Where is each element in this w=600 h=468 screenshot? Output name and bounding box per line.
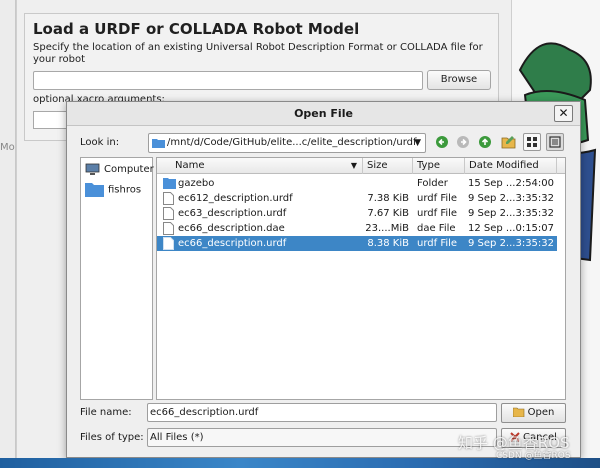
background-left-strip: Mo <box>0 0 16 468</box>
computer-icon <box>85 163 100 175</box>
places-sidebar: Computer fishros <box>80 157 154 400</box>
files-of-type-label: Files of type: <box>80 432 144 443</box>
close-button[interactable]: ✕ <box>554 105 573 122</box>
column-header-name-label: Name <box>175 160 205 171</box>
parent-directory-button[interactable] <box>476 133 494 151</box>
file-date: 9 Sep 2...3:35:32 <box>468 238 555 249</box>
open-button[interactable]: Open <box>501 403 566 423</box>
open-button-label: Open <box>527 407 555 418</box>
open-file-dialog: Open File ✕ Look in: /mnt/d/Code/GitHub/… <box>66 101 581 458</box>
column-header-date[interactable]: Date Modified <box>465 158 557 174</box>
dialog-title: Open File <box>294 107 353 120</box>
file-type: Folder <box>417 178 448 189</box>
detail-view-icon <box>549 136 561 148</box>
back-arrow-icon <box>436 136 448 148</box>
up-arrow-icon <box>479 136 491 148</box>
background-clipped-label: Mo <box>0 142 15 153</box>
file-date: 9 Sep 2...3:35:32 <box>468 193 555 204</box>
file-name-label: File name: <box>80 407 132 418</box>
sort-arrow-icon: ▼ <box>350 161 357 170</box>
file-icon <box>163 207 174 220</box>
new-folder-button[interactable] <box>499 133 517 151</box>
file-name: gazebo <box>178 178 215 189</box>
file-name: ec66_description.dae <box>178 223 285 234</box>
sidebar-item-label: Computer <box>104 164 154 175</box>
group-title: Load a URDF or COLLADA Robot Model <box>33 20 360 38</box>
look-in-label: Look in: <box>80 137 120 148</box>
file-size: 23....MiB <box>365 223 409 234</box>
forward-button[interactable] <box>454 133 472 151</box>
file-size <box>365 176 409 191</box>
file-date: 15 Sep ...2:54:00 <box>468 178 555 189</box>
chevron-down-icon: ▼ <box>414 138 421 148</box>
group-description: Specify the location of an existing Univ… <box>33 42 483 65</box>
file-size: 7.38 KiB <box>367 193 409 204</box>
file-type: urdf File <box>417 193 458 204</box>
sidebar-item-label: fishros <box>108 184 142 196</box>
file-name: ec612_description.urdf <box>178 193 293 204</box>
file-type: urdf File <box>417 238 458 249</box>
file-row[interactable]: gazebo Folder 15 Sep ...2:54:00 <box>157 176 557 191</box>
column-header-type[interactable]: Type <box>413 158 465 174</box>
model-path-input[interactable] <box>33 71 423 90</box>
detail-view-button[interactable] <box>546 133 564 151</box>
look-in-combo[interactable]: /mnt/d/Code/GitHub/elite...c/elite_descr… <box>148 133 426 153</box>
file-date: 12 Sep ...0:15:07 <box>468 223 555 234</box>
new-folder-icon <box>501 136 515 149</box>
file-icon <box>163 192 174 205</box>
column-header-size[interactable]: Size <box>363 158 413 174</box>
dialog-titlebar[interactable]: Open File ✕ <box>67 102 580 126</box>
folder-icon <box>152 139 165 148</box>
file-name: ec63_description.urdf <box>178 208 287 219</box>
file-type: urdf File <box>417 208 458 219</box>
grid-view-icon <box>527 137 537 147</box>
file-icon <box>163 222 174 235</box>
file-row[interactable]: ec612_description.urdf 7.38 KiB urdf Fil… <box>157 191 557 206</box>
file-size: 8.38 KiB <box>367 238 409 249</box>
file-list-header: Name ▼ Size Type Date Modified <box>157 158 565 174</box>
look-in-path: /mnt/d/Code/GitHub/elite...c/elite_descr… <box>167 137 417 148</box>
folder-icon <box>163 178 176 189</box>
sidebar-item-fishros[interactable]: fishros <box>85 182 141 198</box>
back-button[interactable] <box>433 133 451 151</box>
file-date: 9 Sep 2...3:35:32 <box>468 208 555 219</box>
watermark-csdn: CSDN @鱼香ROS <box>496 451 571 461</box>
file-row-selected[interactable]: ec66_description.urdf 8.38 KiB urdf File… <box>157 236 557 251</box>
close-icon: ✕ <box>558 106 569 120</box>
sidebar-item-computer[interactable]: Computer <box>85 162 154 178</box>
file-row[interactable]: ec63_description.urdf 7.67 KiB urdf File… <box>157 206 557 221</box>
forward-arrow-icon <box>457 136 469 148</box>
file-name: ec66_description.urdf <box>178 238 287 249</box>
file-type: dae File <box>417 223 456 234</box>
files-of-type-combo[interactable]: All Files (*) <box>147 428 497 447</box>
browse-button[interactable]: Browse <box>427 70 491 90</box>
list-view-button[interactable] <box>523 133 541 151</box>
open-folder-icon <box>512 407 524 417</box>
file-size: 7.67 KiB <box>367 208 409 219</box>
file-icon <box>163 237 174 250</box>
file-name-input[interactable]: ec66_description.urdf <box>147 403 497 422</box>
file-row[interactable]: ec66_description.dae 23....MiB dae File … <box>157 221 557 236</box>
column-header-name[interactable]: Name ▼ <box>157 158 363 174</box>
folder-icon <box>85 183 104 197</box>
file-list-view[interactable]: Name ▼ Size Type Date Modified gazebo Fo… <box>156 157 566 400</box>
